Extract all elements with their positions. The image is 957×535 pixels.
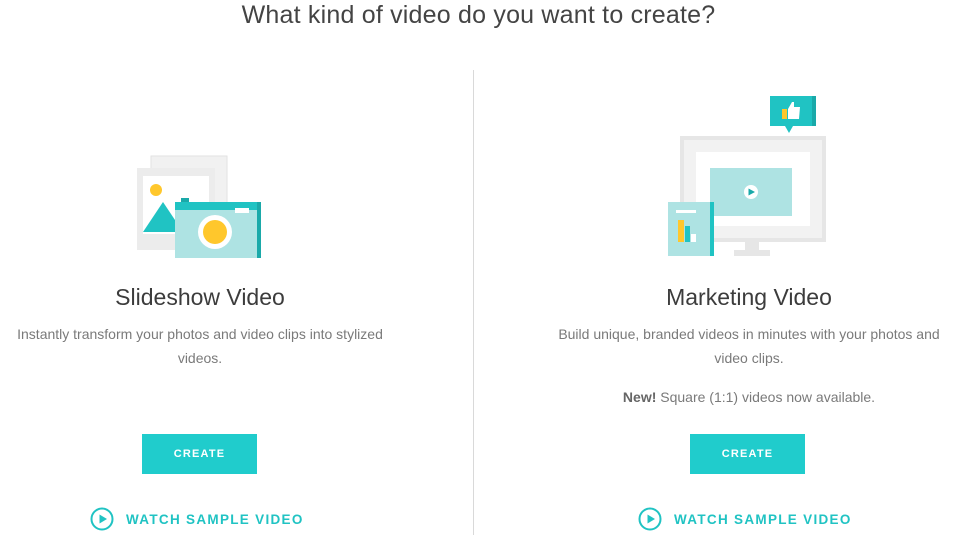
photos-camera-illustration [137,155,261,258]
marketing-video-description: Build unique, branded videos in minutes … [544,322,954,370]
marketing-create-button[interactable]: CREATE [690,434,805,474]
marketing-watch-sample-label: WATCH SAMPLE VIDEO [674,511,852,527]
slideshow-desc-line-2: videos. [177,350,223,366]
slideshow-video-description: Instantly transform your photos and vide… [0,322,400,370]
marketing-watch-sample-link[interactable]: WATCH SAMPLE VIDEO [638,507,852,531]
slideshow-create-button[interactable]: CREATE [142,434,257,474]
marketing-desc-line-1: Build unique, branded videos in minutes … [558,326,940,342]
slideshow-desc-line-1: Instantly transform your photos and vide… [17,326,383,342]
marketing-new-note: New! Square (1:1) videos now available. [544,389,954,405]
slideshow-video-card: Slideshow Video Instantly transform your… [0,0,400,535]
marketing-desc-line-2: video clips. [714,350,784,366]
slideshow-watch-sample-link[interactable]: WATCH SAMPLE VIDEO [90,507,304,531]
play-circle-icon [90,507,114,531]
column-divider [473,70,474,535]
new-badge-text: New! [622,389,657,405]
play-circle-icon [638,507,662,531]
marketing-video-title: Marketing Video [666,284,832,310]
slideshow-video-title: Slideshow Video [115,284,285,310]
slideshow-watch-sample-label: WATCH SAMPLE VIDEO [126,511,304,527]
new-note-text: Square (1:1) videos now available. [656,389,876,405]
monitor-marketing-illustration [668,96,826,256]
marketing-video-card: Marketing Video Build unique, branded vi… [544,0,954,535]
